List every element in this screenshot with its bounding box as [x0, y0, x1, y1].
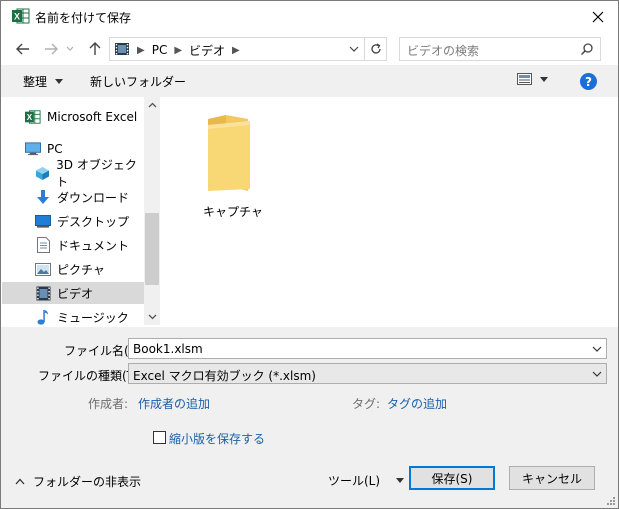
- help-icon: ?: [585, 74, 592, 89]
- refresh-button[interactable]: [364, 38, 386, 60]
- nav-label: ドキュメント: [57, 238, 130, 253]
- tags-label: タグ:: [352, 397, 381, 411]
- organize-label: 整理: [23, 75, 48, 89]
- chevron-down-icon: [66, 46, 74, 51]
- nav-item-microsoft-excel[interactable]: X Microsoft Excel: [2, 106, 144, 128]
- hide-folders-label: フォルダーの非表示: [33, 475, 142, 489]
- music-icon: [35, 309, 51, 325]
- nav-item-desktop[interactable]: デスクトップ: [2, 210, 144, 232]
- nav-item-3d-objects[interactable]: 3D オブジェクト: [2, 158, 144, 189]
- 3d-objects-icon: [35, 165, 50, 181]
- authors-label: 作成者:: [88, 397, 129, 411]
- desktop-icon: [35, 213, 51, 229]
- address-bar[interactable]: ▶ PC ▶ ビデオ ▶: [109, 37, 387, 61]
- window-title: 名前を付けて保存: [35, 11, 132, 25]
- up-button[interactable]: [85, 40, 105, 58]
- arrow-left-icon: [16, 43, 29, 55]
- resize-grip-icon[interactable]: [606, 496, 616, 506]
- nav-label: ミュージック: [57, 310, 129, 325]
- save-button[interactable]: 保存(S): [409, 466, 495, 490]
- breadcrumb-pc[interactable]: PC: [152, 43, 168, 57]
- chevron-up-icon: [148, 102, 156, 108]
- refresh-icon: [370, 43, 381, 54]
- nav-label: PC: [47, 142, 63, 156]
- chevron-right-icon[interactable]: ▶: [137, 45, 145, 56]
- scroll-down-button[interactable]: [144, 309, 160, 325]
- save-thumbnail-checkbox[interactable]: [153, 431, 166, 444]
- nav-scrollbar[interactable]: [144, 97, 160, 325]
- hide-folders-button[interactable]: フォルダーの非表示: [15, 473, 141, 490]
- address-history-dropdown[interactable]: [346, 41, 362, 57]
- close-button[interactable]: [578, 1, 618, 32]
- chevron-right-icon[interactable]: ▶: [232, 45, 240, 56]
- excel-icon: X: [12, 8, 30, 24]
- title-bar: X 名前を付けて保存: [1, 1, 618, 32]
- nav-label: デスクトップ: [57, 214, 130, 229]
- nav-label: ビデオ: [57, 286, 94, 301]
- search-input[interactable]: ビデオの検索: [399, 37, 601, 61]
- folder-item-capture[interactable]: キャプチャ: [194, 111, 272, 221]
- excel-icon: X: [25, 109, 41, 125]
- chevron-down-icon[interactable]: [592, 369, 602, 379]
- navigation-pane: X Microsoft Excel PC 3D オブジェクト ダウンロード デス…: [2, 97, 160, 325]
- svg-text:X: X: [14, 12, 20, 22]
- tools-label: ツール(L): [328, 474, 381, 488]
- file-list: キャプチャ: [161, 97, 618, 325]
- breadcrumb-video[interactable]: ビデオ: [189, 42, 225, 59]
- chevron-up-icon: [15, 478, 25, 485]
- command-bar: 整理 新しいフォルダー ?: [1, 65, 618, 97]
- new-folder-button[interactable]: 新しいフォルダー: [90, 73, 186, 90]
- chevron-down-icon[interactable]: [592, 344, 602, 354]
- recent-locations-button[interactable]: [63, 40, 77, 58]
- caret-down-icon: [540, 76, 548, 82]
- address-row: ▶ PC ▶ ビデオ ▶ ビデオの検索: [1, 33, 618, 65]
- nav-item-music[interactable]: ミュージック: [2, 306, 144, 328]
- nav-label: Microsoft Excel: [47, 110, 138, 124]
- filetype-value: Excel マクロ有効ブック (*.xlsm): [133, 369, 316, 383]
- scroll-up-button[interactable]: [144, 97, 160, 113]
- video-icon: [114, 42, 130, 59]
- arrow-up-icon: [89, 42, 101, 55]
- video-icon: [35, 285, 51, 301]
- chevron-down-icon: [349, 46, 359, 52]
- back-button[interactable]: [13, 40, 33, 58]
- caret-down-icon: [55, 79, 64, 84]
- chevron-down-icon: [148, 314, 156, 320]
- view-icon: [517, 73, 532, 85]
- tools-button[interactable]: ツール(L): [328, 472, 405, 489]
- nav-label: ダウンロード: [57, 190, 130, 205]
- filetype-select[interactable]: Excel マクロ有効ブック (*.xlsm): [128, 363, 607, 384]
- search-placeholder: ビデオの検索: [407, 44, 480, 58]
- pictures-icon: [35, 261, 51, 277]
- nav-label: 3D オブジェクト: [56, 158, 137, 189]
- save-options: ファイル名(N): Book1.xlsm ファイルの種類(T): Excel マ…: [1, 327, 618, 508]
- nav-item-documents[interactable]: ドキュメント: [2, 234, 144, 256]
- save-thumbnail-label[interactable]: 縮小版を保存する: [169, 430, 265, 447]
- organize-button[interactable]: 整理: [23, 73, 64, 90]
- filename-input[interactable]: Book1.xlsm: [128, 338, 607, 359]
- save-as-dialog: X 名前を付けて保存 ▶ PC ▶ ビデオ ▶ ビデオの検索 整理 新しいフォル…: [0, 0, 619, 509]
- change-view-button[interactable]: [517, 73, 548, 85]
- add-author-link[interactable]: 作成者の追加: [138, 395, 210, 412]
- download-icon: [35, 189, 51, 205]
- cancel-button[interactable]: キャンセル: [509, 466, 595, 490]
- search-icon[interactable]: [580, 42, 594, 56]
- nav-item-video[interactable]: ビデオ: [2, 282, 144, 304]
- nav-item-pictures[interactable]: ピクチャ: [2, 258, 144, 280]
- nav-label: ピクチャ: [57, 262, 105, 277]
- chevron-right-icon[interactable]: ▶: [174, 45, 182, 56]
- pc-icon: [25, 141, 41, 157]
- add-tag-link[interactable]: タグの追加: [387, 395, 447, 412]
- help-button[interactable]: ?: [580, 73, 597, 90]
- arrow-right-icon: [45, 43, 58, 55]
- scrollbar-thumb[interactable]: [145, 213, 159, 285]
- folder-label: キャプチャ: [203, 205, 263, 219]
- document-icon: [35, 237, 51, 253]
- forward-button[interactable]: [41, 40, 61, 58]
- caret-down-icon: [396, 478, 405, 483]
- close-icon: [592, 11, 604, 22]
- filename-value: Book1.xlsm: [133, 342, 203, 356]
- svg-text:X: X: [27, 113, 33, 122]
- nav-item-downloads[interactable]: ダウンロード: [2, 186, 144, 208]
